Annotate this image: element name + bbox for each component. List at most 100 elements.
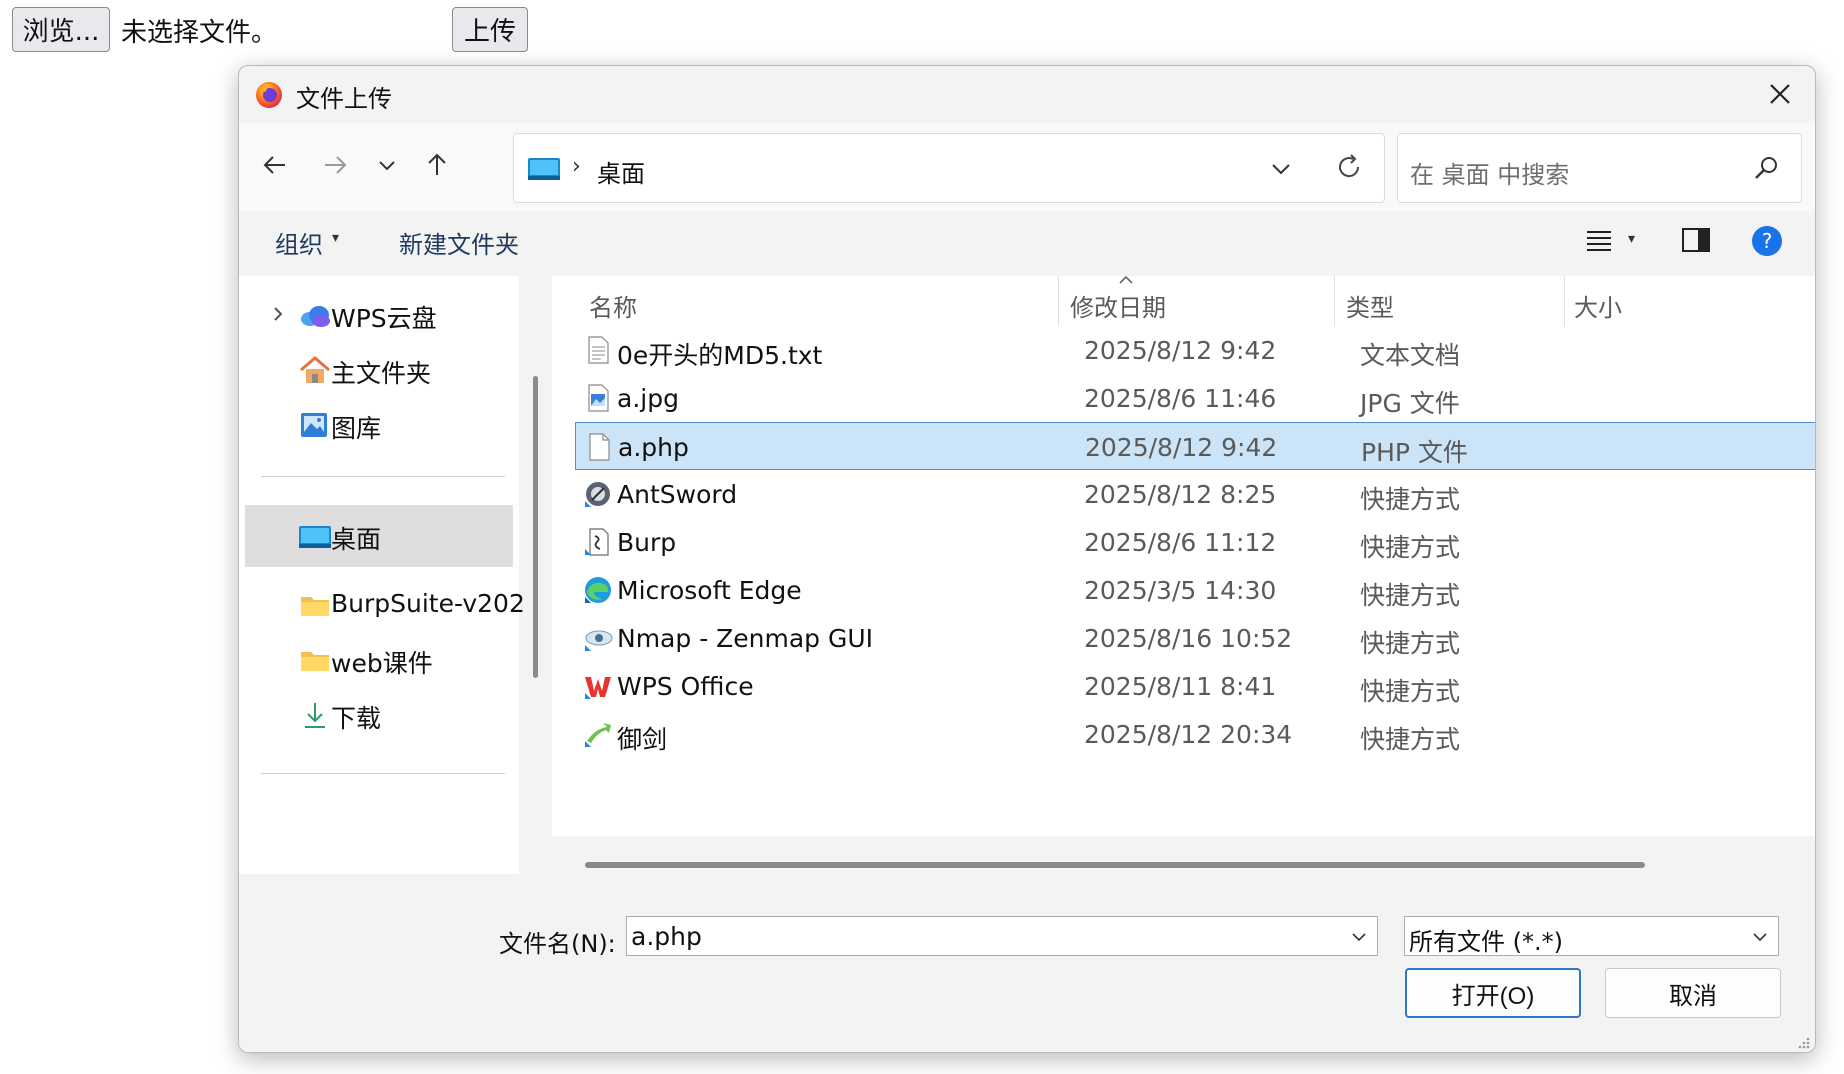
sort-ascending-icon bbox=[1119, 276, 1133, 284]
file-type: 快捷方式 bbox=[1360, 677, 1461, 706]
arrow-left-icon bbox=[263, 156, 285, 174]
filetype-value: 所有文件 (*.*) bbox=[1409, 928, 1563, 956]
file-name: WPS Office bbox=[617, 672, 754, 701]
sidebar-item-wps-cloud[interactable]: WPS云盘 bbox=[245, 287, 513, 343]
new-folder-button[interactable]: 新建文件夹 bbox=[399, 225, 519, 260]
dialog-titlebar: 文件上传 bbox=[239, 66, 1815, 123]
column-separator[interactable] bbox=[1058, 276, 1059, 326]
file-row[interactable]: a.jpg 2025/8/6 11:46 JPG 文件 bbox=[575, 374, 1815, 422]
file-row[interactable]: AntSword 2025/8/12 8:25 快捷方式 bbox=[575, 470, 1815, 518]
column-separator[interactable] bbox=[1334, 276, 1335, 326]
sidebar-item-burpsuite-folder[interactable]: BurpSuite-v202 bbox=[245, 577, 525, 633]
burp-icon bbox=[585, 528, 609, 556]
breadcrumb-separator: › bbox=[572, 154, 581, 179]
up-button[interactable] bbox=[417, 145, 457, 185]
caret-down-icon[interactable]: ▾ bbox=[1628, 231, 1635, 247]
sidebar-item-gallery[interactable]: 图库 bbox=[245, 397, 513, 453]
file-date: 2025/3/5 14:30 bbox=[1084, 576, 1277, 605]
file-name: AntSword bbox=[617, 480, 738, 509]
file-date: 2025/8/6 11:12 bbox=[1084, 528, 1277, 557]
column-separator[interactable] bbox=[1564, 276, 1565, 326]
search-placeholder: 在 桌面 中搜索 bbox=[1410, 161, 1570, 189]
filename-label: 文件名(N): bbox=[499, 930, 616, 958]
dialog-footer: 文件名(N): a.php 所有文件 (*.*) 打开(O) 取消 bbox=[239, 874, 1815, 1052]
file-row[interactable]: 0e开头的MD5.txt 2025/8/12 9:42 文本文档 bbox=[575, 326, 1815, 374]
file-date: 2025/8/16 10:52 bbox=[1084, 624, 1293, 653]
gallery-icon bbox=[301, 413, 327, 437]
chevron-down-icon[interactable] bbox=[1750, 927, 1770, 947]
file-date: 2025/8/12 8:25 bbox=[1084, 480, 1277, 509]
filename-input[interactable]: a.php bbox=[626, 916, 1378, 956]
file-type: PHP 文件 bbox=[1361, 438, 1468, 467]
navigation-pane: WPS云盘 主文件夹 图库 桌面 BurpSuite-v202 web课件 下载 bbox=[239, 276, 525, 874]
forward-button[interactable] bbox=[315, 145, 355, 185]
organize-menu[interactable]: 组织 bbox=[275, 225, 323, 260]
file-upload-dialog: 文件上传 › 桌面 在 桌面 中搜索 组织 ▾ 新建文件夹 ▾ ? WPS云盘 … bbox=[238, 65, 1816, 1053]
refresh-icon[interactable] bbox=[1334, 152, 1364, 182]
recent-locations-button[interactable] bbox=[367, 145, 407, 185]
cancel-button[interactable]: 取消 bbox=[1605, 968, 1781, 1018]
dialog-title: 文件上传 bbox=[296, 85, 392, 113]
filetype-select[interactable]: 所有文件 (*.*) bbox=[1404, 916, 1779, 956]
search-icon[interactable] bbox=[1751, 154, 1781, 184]
file-name: 御剑 bbox=[617, 725, 668, 754]
desktop-icon bbox=[528, 158, 560, 180]
sidebar-item-label: BurpSuite-v202 bbox=[331, 589, 525, 618]
yujian-icon bbox=[585, 723, 611, 747]
wps-icon bbox=[585, 677, 611, 699]
file-name: Microsoft Edge bbox=[617, 576, 802, 605]
open-button[interactable]: 打开(O) bbox=[1405, 968, 1581, 1018]
file-type: 文本文档 bbox=[1360, 341, 1461, 370]
file-name: Burp bbox=[617, 528, 677, 557]
file-date: 2025/8/12 9:42 bbox=[1085, 433, 1278, 462]
file-date: 2025/8/12 20:34 bbox=[1084, 720, 1293, 749]
back-button[interactable] bbox=[255, 145, 295, 185]
address-bar[interactable]: › 桌面 bbox=[513, 133, 1385, 203]
chevron-down-icon[interactable] bbox=[1349, 927, 1369, 947]
preview-pane-icon[interactable] bbox=[1681, 227, 1711, 253]
sidebar-item-label: 主文件夹 bbox=[331, 359, 432, 388]
home-icon bbox=[300, 356, 330, 383]
file-row[interactable]: WPS Office 2025/8/11 8:41 快捷方式 bbox=[575, 662, 1815, 710]
caret-down-icon: ▾ bbox=[332, 230, 340, 246]
sidebar-item-downloads[interactable]: 下载 bbox=[245, 687, 513, 743]
sidebar-item-home[interactable]: 主文件夹 bbox=[245, 342, 513, 398]
file-row-selected[interactable]: a.php 2025/8/12 9:42 PHP 文件 bbox=[575, 422, 1815, 470]
view-list-icon[interactable] bbox=[1585, 227, 1613, 253]
sidebar-item-desktop[interactable]: 桌面 bbox=[245, 505, 513, 567]
close-icon[interactable] bbox=[1765, 79, 1795, 109]
horizontal-scrollbar-track bbox=[552, 836, 1815, 874]
cloud-icon bbox=[301, 306, 330, 327]
blank-file-icon bbox=[589, 433, 610, 461]
upload-button[interactable]: 上传 bbox=[452, 7, 528, 52]
file-row[interactable]: 御剑 2025/8/12 20:34 快捷方式 bbox=[575, 710, 1815, 758]
file-row[interactable]: Microsoft Edge 2025/3/5 14:30 快捷方式 bbox=[575, 566, 1815, 614]
search-box[interactable]: 在 桌面 中搜索 bbox=[1397, 133, 1802, 203]
breadcrumb-location[interactable]: 桌面 bbox=[597, 154, 645, 189]
sidebar-scrollbar[interactable] bbox=[533, 376, 538, 678]
svg-text:?: ? bbox=[1762, 229, 1773, 253]
navigation-bar: › 桌面 在 桌面 中搜索 bbox=[239, 123, 1815, 211]
arrow-up-icon bbox=[428, 153, 446, 175]
file-name: a.jpg bbox=[617, 384, 679, 413]
sidebar-item-web-folder[interactable]: web课件 bbox=[245, 632, 513, 688]
file-type: 快捷方式 bbox=[1360, 629, 1461, 658]
file-name: a.php bbox=[618, 433, 689, 462]
folder-icon bbox=[301, 652, 329, 671]
file-row[interactable]: Nmap - Zenmap GUI 2025/8/16 10:52 快捷方式 bbox=[575, 614, 1815, 662]
horizontal-scrollbar[interactable] bbox=[585, 862, 1645, 868]
filename-value: a.php bbox=[631, 922, 702, 951]
edge-icon bbox=[585, 577, 611, 603]
help-icon[interactable]: ? bbox=[1750, 224, 1784, 258]
chevron-right-icon[interactable] bbox=[269, 304, 287, 324]
text-file-icon bbox=[588, 336, 609, 364]
resize-grip-icon[interactable] bbox=[1795, 1034, 1811, 1050]
file-name: 0e开头的MD5.txt bbox=[617, 341, 823, 370]
command-toolbar: 组织 ▾ 新建文件夹 ▾ ? bbox=[239, 211, 1815, 271]
file-name: Nmap - Zenmap GUI bbox=[617, 624, 874, 653]
browse-button[interactable]: 浏览... bbox=[12, 7, 110, 52]
sidebar-item-label: 下载 bbox=[331, 704, 382, 733]
image-file-icon bbox=[588, 384, 609, 412]
chevron-down-icon[interactable] bbox=[1268, 156, 1294, 182]
file-row[interactable]: Burp 2025/8/6 11:12 快捷方式 bbox=[575, 518, 1815, 566]
